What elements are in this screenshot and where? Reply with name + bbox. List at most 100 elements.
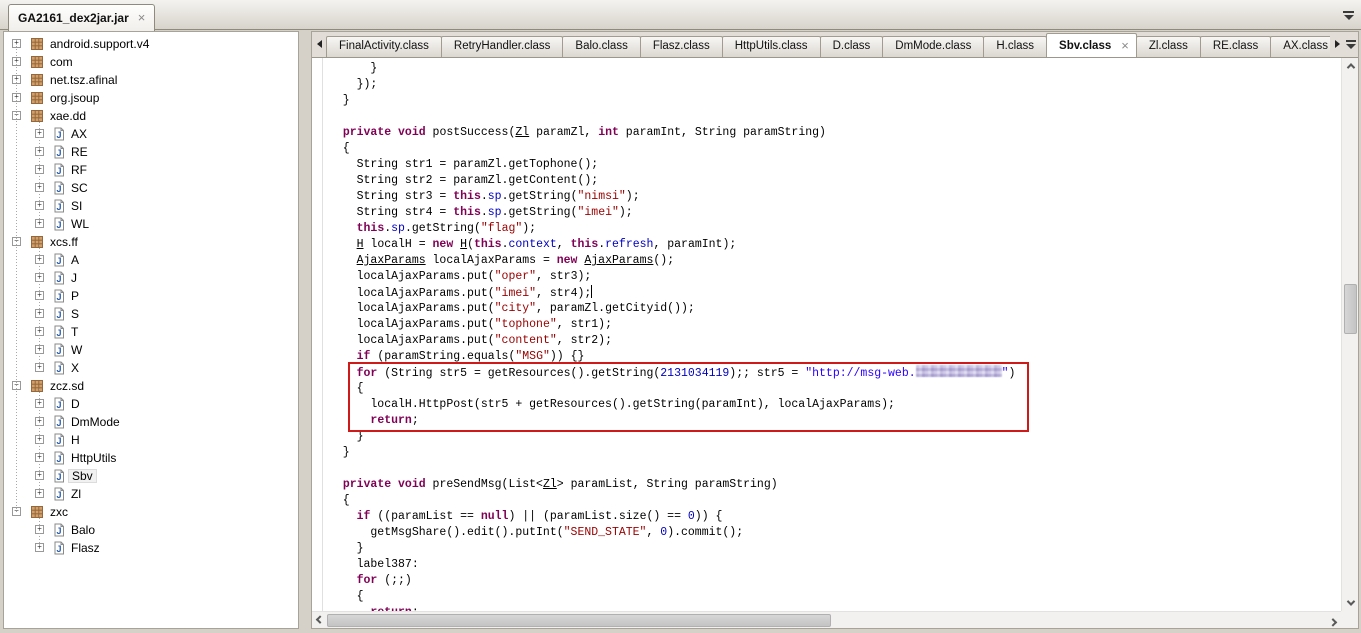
code-line: String str1 = paramZl.getTophone(); [329,157,1341,173]
tab-httputils-class[interactable]: HttpUtils.class [722,36,821,57]
code-line: { [329,589,1341,605]
tab-flasz-class[interactable]: Flasz.class [640,36,723,57]
tree-item-label: HttpUtils [68,451,119,465]
close-icon[interactable]: × [138,12,146,24]
horizontal-scrollbar-thumb[interactable] [327,614,831,627]
scroll-left-button[interactable] [312,612,328,629]
tab-list-button[interactable] [1344,31,1358,57]
tab-label: AX.class [1283,40,1328,52]
tree-item-label: A [68,253,82,267]
tree-item-s[interactable]: +JS [4,305,298,323]
censored-url-blur [916,365,1002,377]
tree-item-org-jsoup[interactable]: +org.jsoup [4,89,298,107]
tab-d-class[interactable]: D.class [820,36,884,57]
vertical-scrollbar[interactable] [1341,58,1358,611]
tree-item-sbv[interactable]: +JSbv [4,467,298,485]
tree-item-j[interactable]: +JJ [4,269,298,287]
code-token: .getString( [502,206,578,219]
tree-item-zxc[interactable]: −zxc [4,503,298,521]
tree-item-sc[interactable]: +JSC [4,179,298,197]
tree-item-ax[interactable]: +JAX [4,125,298,143]
tree-item-w[interactable]: +JW [4,341,298,359]
jar-tab[interactable]: GA2161_dex2jar.jar × [8,4,155,31]
tab-zl-class[interactable]: Zl.class [1136,36,1201,57]
tab-dmmode-class[interactable]: DmMode.class [882,36,984,57]
tree-item-httputils[interactable]: +JHttpUtils [4,449,298,467]
tree-item-zcz-sd[interactable]: −zcz.sd [4,377,298,395]
tree-item-d[interactable]: +JD [4,395,298,413]
code-token: getMsgShare().edit().putInt( [329,526,564,539]
tree-item-balo[interactable]: +JBalo [4,521,298,539]
scroll-up-button[interactable] [1342,58,1359,74]
tree-item-wl[interactable]: +JWL [4,215,298,233]
tree-item-x[interactable]: +JX [4,359,298,377]
tree-item-si[interactable]: +JSI [4,197,298,215]
java-class-icon: J [52,163,66,177]
tree-item-dmmode[interactable]: +JDmMode [4,413,298,431]
tree-item-xae-dd[interactable]: −xae.dd [4,107,298,125]
tab-h-class[interactable]: H.class [983,36,1047,57]
code-editor[interactable]: } }); } private void postSuccess(Zl para… [312,58,1341,611]
code-token [329,510,357,523]
tree-item-p[interactable]: +JP [4,287,298,305]
svg-text:J: J [56,364,61,374]
chevron-left-icon [317,40,322,48]
tree-item-t[interactable]: +JT [4,323,298,341]
java-class-icon: J [52,361,66,375]
java-class-icon: J [52,469,66,483]
code-line: localAjaxParams.put("city", paramZl.getC… [329,301,1341,317]
code-token: ); [619,206,633,219]
tab-sbv-class[interactable]: Sbv.class× [1046,33,1137,57]
code-token: private [343,478,391,491]
code-token [329,414,370,427]
code-line: { [329,141,1341,157]
package-icon [30,505,44,519]
java-class-icon: J [52,415,66,429]
tab-ax-class[interactable]: AX.class [1270,36,1330,57]
tree-item-label: D [68,397,83,411]
code-token: (paramString.equals( [370,350,515,363]
horizontal-scrollbar[interactable] [312,611,1341,628]
tab-label: RetryHandler.class [454,40,551,52]
tree-item-re[interactable]: +JRE [4,143,298,161]
code-line: AjaxParams localAjaxParams = new AjaxPar… [329,253,1341,269]
tree-item-h[interactable]: +JH [4,431,298,449]
tab-balo-class[interactable]: Balo.class [562,36,640,57]
package-tree: +android.support.v4+com+net.tsz.afinal+o… [4,32,298,628]
tree-item-flasz[interactable]: +JFlasz [4,539,298,557]
tree-item-label: org.jsoup [47,91,102,105]
tree-item-rf[interactable]: +JRF [4,161,298,179]
tree-item-net-tsz-afinal[interactable]: +net.tsz.afinal [4,71,298,89]
svg-text:J: J [56,490,61,500]
code-line: for (String str5 = getResources().getStr… [329,365,1341,381]
code-token [329,222,357,235]
code-token: , str4); [536,287,591,300]
code-token: "SEND_STATE" [564,526,647,539]
code-token: for [357,574,378,587]
tab-retryhandler-class[interactable]: RetryHandler.class [441,36,564,57]
vertical-scrollbar-thumb[interactable] [1344,284,1357,334]
scroll-down-button[interactable] [1342,595,1359,611]
tree-item-zl[interactable]: +JZl [4,485,298,503]
scroll-tabs-right-button[interactable] [1330,31,1344,57]
java-class-icon: J [52,325,66,339]
scroll-right-button[interactable] [1325,612,1341,629]
tree-item-xcs-ff[interactable]: −xcs.ff [4,233,298,251]
tree-item-com[interactable]: +com [4,53,298,71]
close-icon[interactable]: × [1121,40,1129,52]
code-line: if (paramString.equals("MSG")) {} [329,349,1341,365]
tab-list-icon[interactable] [1343,11,1354,20]
code-token: new [433,238,454,251]
code-token: , paramZl.getCityid()); [536,302,695,315]
tab-list-icon-bar [1343,11,1354,13]
tab-re-class[interactable]: RE.class [1200,36,1271,57]
package-icon [30,37,44,51]
scrollbar-corner [1341,611,1358,628]
java-class-icon: J [52,145,66,159]
tree-item-label: W [68,343,85,357]
tree-item-android-support-v4[interactable]: +android.support.v4 [4,35,298,53]
tree-item-a[interactable]: +JA [4,251,298,269]
scroll-tabs-left-button[interactable] [312,31,326,57]
code-token: (String str5 = getResources().getString( [377,367,660,380]
tab-finalactivity-class[interactable]: FinalActivity.class [326,36,442,57]
